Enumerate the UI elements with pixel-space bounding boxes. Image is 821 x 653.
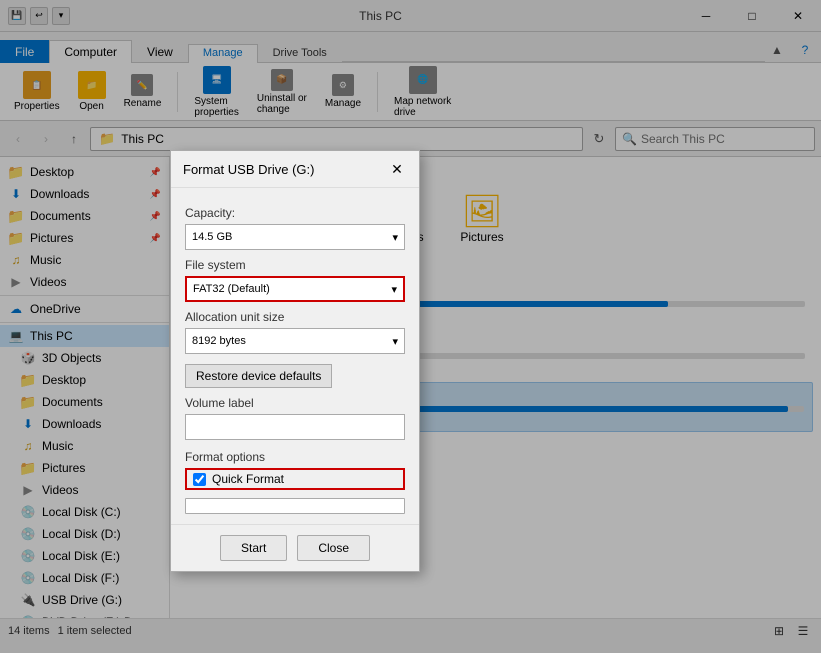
quick-format-label: Quick Format: [212, 472, 284, 486]
format-options-label: Format options: [185, 450, 405, 464]
modal-close-button[interactable]: ✕: [387, 159, 407, 179]
modal-body: Capacity: 14.5 GB ▾ File system FAT32 (D…: [171, 188, 419, 524]
modal-overlay: Format USB Drive (G:) ✕ Capacity: 14.5 G…: [0, 0, 821, 653]
quick-format-row: Quick Format: [185, 468, 405, 490]
allocation-select[interactable]: 8192 bytes ▾: [185, 328, 405, 354]
format-dialog: Format USB Drive (G:) ✕ Capacity: 14.5 G…: [170, 150, 420, 572]
modal-footer: Start Close: [171, 524, 419, 571]
start-button[interactable]: Start: [220, 535, 287, 561]
progress-bar-area: [185, 498, 405, 514]
quick-format-checkbox[interactable]: [193, 473, 206, 486]
volume-label-input[interactable]: [185, 414, 405, 440]
format-options-section: Format options Quick Format: [185, 450, 405, 490]
capacity-chevron: ▾: [392, 231, 398, 244]
progress-bar-bg: [185, 498, 405, 514]
restore-defaults-button[interactable]: Restore device defaults: [185, 364, 332, 388]
allocation-label: Allocation unit size: [185, 310, 405, 324]
capacity-select[interactable]: 14.5 GB ▾: [185, 224, 405, 250]
filesystem-select[interactable]: FAT32 (Default) ▾: [185, 276, 405, 302]
capacity-label: Capacity:: [185, 206, 405, 220]
filesystem-chevron: ▾: [391, 283, 397, 296]
allocation-chevron: ▾: [392, 335, 398, 348]
filesystem-label: File system: [185, 258, 405, 272]
modal-titlebar: Format USB Drive (G:) ✕: [171, 151, 419, 188]
modal-title-text: Format USB Drive (G:): [183, 162, 314, 177]
capacity-value: 14.5 GB: [192, 231, 232, 243]
volume-label-text: Volume label: [185, 396, 405, 410]
allocation-value: 8192 bytes: [192, 335, 246, 347]
close-dialog-button[interactable]: Close: [297, 535, 370, 561]
filesystem-value: FAT32 (Default): [193, 283, 270, 295]
